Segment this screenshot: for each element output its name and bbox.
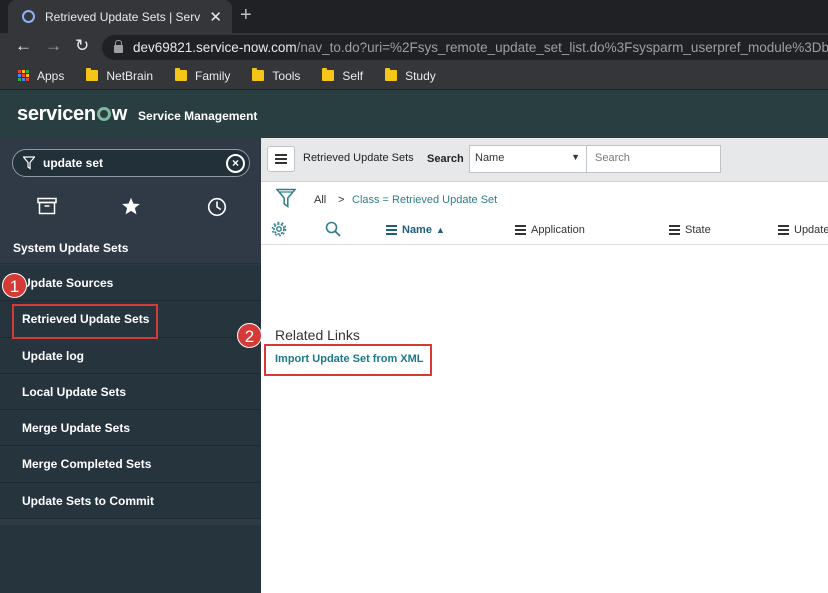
browser-tab-strip: Retrieved Update Sets | ServiceNow ✕ + (0, 0, 828, 33)
address-toolbar: ← → ↻ dev69821.service-now.com /nav_to.d… (0, 33, 828, 62)
navigator-filter-input[interactable]: update set × (12, 149, 250, 177)
highlight-box-import-link (264, 344, 432, 376)
archive-icon[interactable] (37, 197, 57, 215)
folder-icon (175, 68, 188, 81)
lock-icon (114, 40, 123, 53)
bookmark-netbrain[interactable]: NetBrain (86, 68, 154, 83)
forward-button[interactable]: → (45, 36, 62, 56)
filter-funnel-icon[interactable] (276, 188, 296, 209)
bookmark-study[interactable]: Study (385, 68, 436, 83)
bookmarks-bar: Apps NetBrain Family Tools Self Study (0, 62, 828, 90)
folder-icon (322, 68, 335, 81)
search-field-select[interactable]: Name ▼ (469, 145, 587, 173)
breadcrumb: All > Class = Retrieved Update Set (261, 186, 828, 214)
folder-icon (86, 68, 99, 81)
url-bar[interactable]: dev69821.service-now.com /nav_to.do?uri=… (102, 35, 828, 60)
logo-text-start: servicen (17, 102, 96, 125)
chevron-down-icon: ▼ (571, 152, 580, 162)
related-links-title: Related Links (275, 327, 360, 343)
bookmark-label: Tools (272, 68, 301, 83)
gear-icon[interactable] (271, 221, 287, 237)
column-header-update[interactable]: Update (778, 223, 828, 237)
bookmark-label: Self (342, 68, 364, 83)
filter-value: update set (43, 156, 104, 170)
column-header-state[interactable]: State (669, 223, 711, 237)
back-button[interactable]: ← (15, 36, 32, 56)
nav-module-update-log[interactable]: Update log (0, 337, 261, 374)
breadcrumb-separator: > (338, 194, 345, 206)
nav-module-local-update-sets[interactable]: Local Update Sets (0, 373, 261, 411)
sort-ascending-icon: ▲ (435, 225, 445, 235)
nav-module-update-sources[interactable]: Update Sources (0, 265, 261, 302)
search-input[interactable]: Search (586, 145, 721, 173)
list-context-menu-button[interactable] (267, 146, 295, 172)
search-label: Search (427, 153, 464, 165)
bookmark-apps[interactable]: Apps (18, 69, 64, 83)
folder-icon (385, 68, 398, 81)
logo-o-icon (96, 106, 111, 121)
tab-title: Retrieved Update Sets | ServiceNow (45, 9, 202, 24)
list-column-headers: Name ▲ Application State Update (261, 215, 828, 245)
reload-button[interactable]: ↻ (75, 36, 89, 56)
bookmark-label: Apps (37, 68, 65, 83)
servicenow-logo[interactable]: servicen w (17, 103, 127, 126)
column-label: Application (531, 224, 585, 236)
browser-tab[interactable]: Retrieved Update Sets | ServiceNow ✕ (8, 0, 232, 33)
nav-module-merge-update-sets[interactable]: Merge Update Sets (0, 410, 261, 447)
column-label: Name (402, 224, 432, 236)
bookmark-family[interactable]: Family (175, 68, 231, 83)
url-host: dev69821.service-now.com (133, 40, 297, 55)
step-badge-2: 2 (237, 323, 262, 348)
product-name: Service Management (138, 108, 258, 123)
column-menu-icon[interactable] (386, 223, 397, 237)
column-menu-icon[interactable] (669, 223, 680, 237)
breadcrumb-condition[interactable]: Class = Retrieved Update Set (352, 194, 497, 206)
clear-filter-icon[interactable]: × (226, 154, 245, 173)
search-icon[interactable] (325, 221, 341, 237)
navigator-empty-area (0, 525, 261, 593)
bookmark-label: Study (405, 68, 436, 83)
bookmark-label: Family (195, 68, 231, 83)
close-tab-icon[interactable]: ✕ (209, 8, 222, 26)
bookmark-tools[interactable]: Tools (252, 68, 301, 83)
column-menu-icon[interactable] (778, 223, 789, 237)
list-title: Retrieved Update Sets (303, 152, 414, 164)
column-header-name[interactable]: Name ▲ (386, 223, 445, 237)
search-field-value: Name (475, 152, 505, 164)
servicenow-favicon-icon (22, 10, 35, 23)
apps-grid-icon (18, 69, 30, 82)
history-icon[interactable] (207, 197, 227, 217)
column-label: Update (794, 224, 828, 236)
column-header-application[interactable]: Application (515, 223, 585, 237)
column-label: State (685, 224, 711, 236)
star-icon[interactable] (121, 197, 141, 216)
bookmark-label: NetBrain (106, 68, 154, 83)
logo-text-end: w (111, 102, 128, 125)
filter-funnel-icon (23, 156, 35, 170)
list-header: Retrieved Update Sets Search Name ▼ Sear… (261, 138, 828, 182)
step-badge-1: 1 (2, 273, 27, 298)
folder-icon (252, 68, 265, 81)
highlight-box-retrieved-update-sets (12, 304, 158, 339)
url-path: /nav_to.do?uri=%2Fsys_remote_update_set_… (296, 40, 828, 55)
column-menu-icon[interactable] (515, 223, 526, 237)
breadcrumb-all[interactable]: All (314, 194, 326, 206)
navigator-application-system-update-sets[interactable]: System Update Sets (0, 232, 261, 264)
navigator-tabs (0, 194, 261, 224)
new-tab-button[interactable]: + (240, 4, 252, 27)
bookmark-self[interactable]: Self (322, 68, 364, 83)
application-navigator: update set × System Update Sets Update S… (0, 138, 261, 593)
servicenow-banner: servicen w Service Management (0, 90, 828, 138)
nav-module-merge-completed-sets[interactable]: Merge Completed Sets (0, 446, 261, 483)
nav-module-update-sets-to-commit[interactable]: Update Sets to Commit (0, 482, 261, 520)
